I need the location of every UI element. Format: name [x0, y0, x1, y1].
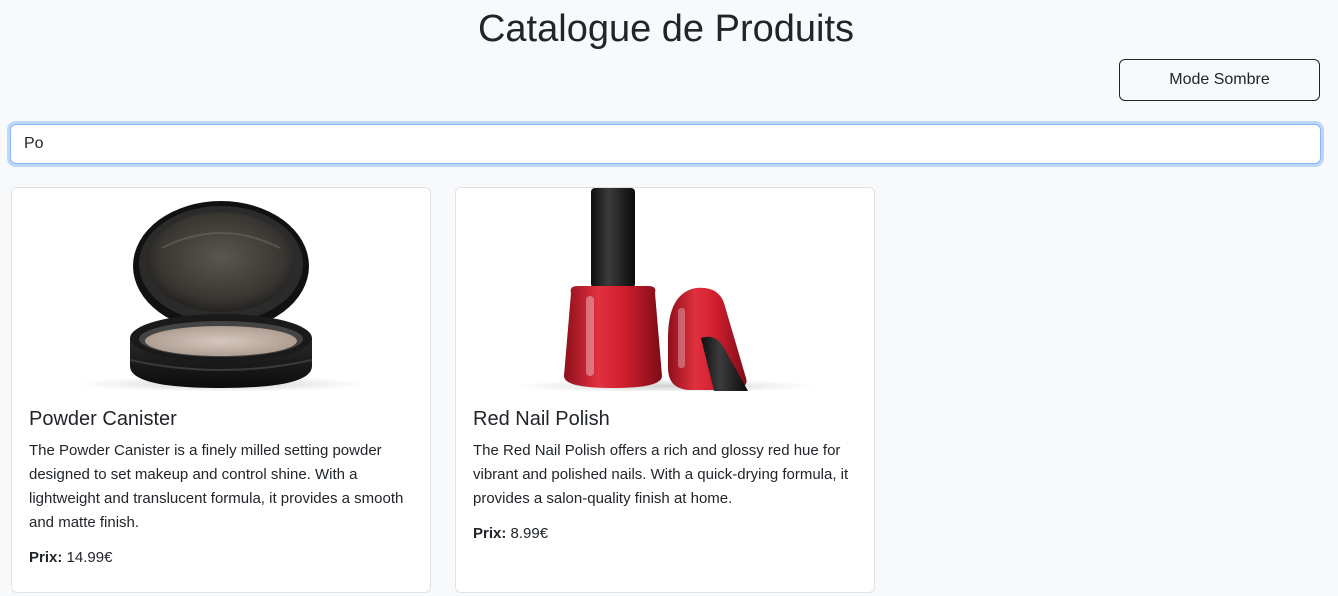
product-description: The Red Nail Polish offers a rich and gl…: [473, 442, 849, 507]
dark-mode-toggle-button[interactable]: Mode Sombre: [1119, 59, 1320, 101]
product-title: Powder Canister: [29, 408, 177, 430]
product-description: The Powder Canister is a finely milled s…: [29, 442, 404, 531]
card-body: Powder Canister The Powder Canister is a…: [29, 406, 419, 569]
price-value: 14.99€: [66, 549, 113, 566]
product-title: Red Nail Polish: [473, 408, 610, 430]
product-price: Prix: 8.99€: [473, 523, 863, 545]
product-image-nail-polish: [456, 188, 874, 391]
page-title: Catalogue de Produits: [477, 8, 855, 50]
product-price: Prix: 14.99€: [29, 547, 419, 569]
product-card: Powder Canister The Powder Canister is a…: [11, 187, 431, 593]
card-body: Red Nail Polish The Red Nail Polish offe…: [473, 406, 863, 545]
price-value: 8.99€: [510, 525, 549, 542]
product-card: Red Nail Polish The Red Nail Polish offe…: [455, 187, 875, 593]
nail-polish-icon: [516, 188, 816, 391]
price-label: Prix:: [473, 525, 507, 542]
powder-compact-icon: [77, 201, 367, 391]
price-label: Prix:: [29, 549, 63, 566]
product-image-powder-compact: [12, 188, 430, 391]
search-input[interactable]: [10, 124, 1321, 164]
